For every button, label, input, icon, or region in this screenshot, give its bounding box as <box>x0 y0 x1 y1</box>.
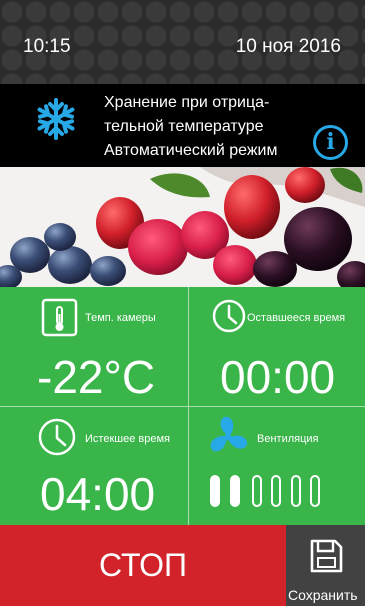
program-line-3: Автоматический режим <box>104 142 278 159</box>
ventilation-level-1[interactable] <box>210 475 220 507</box>
blast-chiller-screen: 10:15 10 ноя 2016 Хранение при отрица- т… <box>0 0 365 606</box>
chamber-temp-label: Темп. камеры <box>85 312 156 324</box>
ventilation-level-2[interactable] <box>230 475 240 507</box>
ventilation-level-6[interactable] <box>310 475 320 507</box>
ventilation-level-3[interactable] <box>252 475 262 507</box>
elapsed-time-value: 04:00 <box>40 468 156 520</box>
floppy-disk-icon <box>310 539 343 573</box>
clock-icon <box>212 299 246 333</box>
stop-button[interactable]: СТОП <box>0 525 286 606</box>
elapsed-time-label: Истекшее время <box>85 433 170 445</box>
clock-icon <box>38 418 76 456</box>
ventilation-level-5[interactable] <box>291 475 301 507</box>
program-description: Хранение при отрица- тельной температуре… <box>104 91 329 163</box>
snowflake-icon <box>37 98 75 140</box>
remaining-time-value: 00:00 <box>220 351 336 403</box>
info-icon[interactable]: i <box>313 125 348 160</box>
clock-time: 10:15 <box>23 36 71 57</box>
ventilation-level-4[interactable] <box>271 475 281 507</box>
remaining-time-label: Оставшееся время <box>247 312 346 324</box>
ventilation-label: Вентиляция <box>257 433 319 445</box>
fan-icon <box>210 416 248 452</box>
program-line-1: Хранение при отрица- <box>104 94 270 111</box>
tile-divider-horizontal <box>0 406 365 407</box>
program-line-2: тельной температуре <box>104 118 264 135</box>
current-date: 10 ноя 2016 <box>235 36 341 57</box>
berries-image <box>0 167 365 287</box>
thermometer-icon <box>41 298 78 337</box>
save-button-label: Сохранить <box>288 587 358 603</box>
chamber-temp-value: -22°C <box>37 351 156 403</box>
